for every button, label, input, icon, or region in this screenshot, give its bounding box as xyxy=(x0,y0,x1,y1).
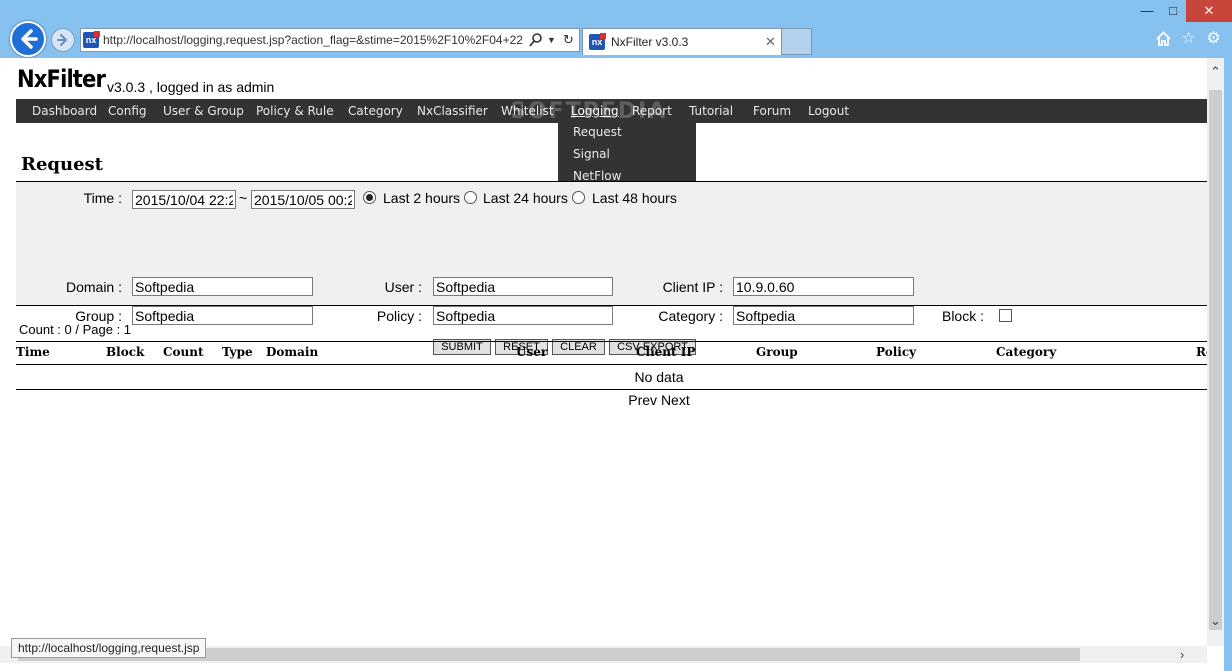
close-window-button[interactable]: ✕ xyxy=(1186,0,1232,22)
tab-favicon: nx xyxy=(589,33,606,50)
back-button[interactable] xyxy=(10,21,46,57)
back-arrow-icon xyxy=(21,29,38,49)
client-ip-label: Client IP : xyxy=(662,279,723,295)
dropdown-item-signal[interactable]: Signal xyxy=(573,147,610,161)
softpedia-watermark: SOFTPEDIA xyxy=(510,99,668,124)
block-checkbox[interactable] xyxy=(999,309,1012,322)
menu-item-dashboard[interactable]: Dashboard xyxy=(32,99,97,123)
col-header-time: Time xyxy=(16,345,50,359)
address-bar[interactable]: nx ▼ ↻ xyxy=(80,28,580,52)
radio-label-last-48-hours: Last 48 hours xyxy=(592,190,677,206)
menu-item-policy-rule[interactable]: Policy & Rule xyxy=(256,99,334,123)
table-top-rule xyxy=(16,341,1207,342)
table-header-rule xyxy=(16,364,1207,365)
category-label: Category : xyxy=(658,308,723,324)
window-right-frame xyxy=(1224,58,1232,671)
status-url-tooltip: http://localhost/logging,request.jsp xyxy=(11,638,207,658)
radio-label-last-2-hours: Last 2 hours xyxy=(383,190,461,206)
menu-item-nxclassifier[interactable]: NxClassifier xyxy=(417,99,488,123)
site-favicon: nx xyxy=(83,31,100,48)
browser-chrome: — □ ✕ nx ▼ ↻ nx NxFilter v3.0.3 ✕ ☆ ⚙ xyxy=(0,0,1232,58)
tab-title: NxFilter v3.0.3 xyxy=(611,35,689,49)
star-icon[interactable]: ☆ xyxy=(1180,30,1197,47)
col-header-block: Block xyxy=(106,345,145,359)
vertical-scroll-thumb[interactable] xyxy=(1209,90,1222,630)
menu-item-user-group[interactable]: User & Group xyxy=(163,99,244,123)
menu-item-config[interactable]: Config xyxy=(108,99,147,123)
next-link[interactable]: Next xyxy=(661,392,690,408)
domain-label: Domain : xyxy=(65,279,122,295)
app-logo: NxFilter xyxy=(17,65,106,93)
policy-input[interactable] xyxy=(433,306,613,325)
radio-label-last-24-hours: Last 24 hours xyxy=(483,190,568,206)
maximize-button[interactable]: □ xyxy=(1160,0,1186,22)
prev-link[interactable]: Prev xyxy=(628,392,657,408)
scroll-up-icon[interactable]: ⌃ xyxy=(1207,64,1224,84)
radio-last-48-hours[interactable] xyxy=(572,191,585,204)
col-header-user: User xyxy=(516,345,548,359)
user-input[interactable] xyxy=(433,277,613,296)
group-input[interactable] xyxy=(132,306,313,325)
menu-item-logout[interactable]: Logout xyxy=(808,99,849,123)
col-header-group: Group xyxy=(756,345,798,359)
address-dropdown-icon[interactable]: ▼ xyxy=(547,32,556,48)
menu-item-category[interactable]: Category xyxy=(348,99,403,123)
col-header-policy: Policy xyxy=(876,345,917,359)
col-header-type: Type xyxy=(222,345,253,359)
time-from-input[interactable] xyxy=(132,190,236,209)
radio-last-24-hours[interactable] xyxy=(464,191,477,204)
dropdown-item-request[interactable]: Request xyxy=(573,125,622,139)
col-header-client-ip: Client IP xyxy=(636,345,696,359)
minimize-button[interactable]: — xyxy=(1134,0,1160,22)
block-label: Block : xyxy=(941,308,984,324)
col-header-reason: Re xyxy=(1196,345,1207,359)
panel-divider xyxy=(16,305,1207,306)
search-icon[interactable] xyxy=(529,32,543,48)
time-label: Time : xyxy=(83,190,122,206)
category-input[interactable] xyxy=(733,306,914,325)
menu-item-forum[interactable]: Forum xyxy=(753,99,791,123)
menu-item-tutorial[interactable]: Tutorial xyxy=(689,99,733,123)
filter-panel: Time : ~ Last 2 hours Last 24 hours Last… xyxy=(16,182,1207,355)
policy-label: Policy : xyxy=(376,308,422,324)
domain-input[interactable] xyxy=(132,277,313,296)
browser-toolbar: ☆ ⚙ xyxy=(1155,30,1222,47)
forward-button[interactable] xyxy=(51,28,75,52)
col-header-count: Count xyxy=(163,345,204,359)
close-tab-icon[interactable]: ✕ xyxy=(765,29,776,55)
result-count: Count : 0 / Page : 1 xyxy=(19,322,132,337)
version-login-info: v3.0.3 , logged in as admin xyxy=(107,79,275,95)
address-input[interactable] xyxy=(103,29,523,51)
scroll-right-icon[interactable]: › xyxy=(1180,646,1184,663)
radio-last-2-hours[interactable] xyxy=(363,191,376,204)
window-controls: — □ ✕ xyxy=(1134,0,1232,22)
time-to-input[interactable] xyxy=(251,190,355,209)
time-separator: ~ xyxy=(239,190,248,206)
user-label: User : xyxy=(384,279,422,295)
logging-dropdown: Request Signal NetFlow xyxy=(558,122,696,190)
refresh-icon[interactable]: ↻ xyxy=(563,32,574,48)
browser-tab-active[interactable]: nx NxFilter v3.0.3 ✕ xyxy=(582,28,782,55)
new-tab-button[interactable] xyxy=(782,28,812,55)
page-viewport: NxFilter v3.0.3 , logged in as admin Das… xyxy=(0,58,1232,671)
page-title: Request xyxy=(21,154,103,175)
table-bottom-rule xyxy=(16,389,1207,390)
empty-state: No data xyxy=(634,369,684,385)
scroll-down-icon[interactable]: ⌄ xyxy=(1207,613,1224,633)
forward-arrow-icon xyxy=(57,34,67,46)
client-ip-input[interactable] xyxy=(733,277,914,296)
home-icon[interactable] xyxy=(1155,30,1172,47)
col-header-category: Category xyxy=(996,345,1057,359)
pager: Prev Next xyxy=(16,392,1232,408)
vertical-scrollbar[interactable]: ⌃ ⌄ xyxy=(1207,58,1224,646)
gear-icon[interactable]: ⚙ xyxy=(1205,30,1222,47)
col-header-domain: Domain xyxy=(266,345,319,359)
